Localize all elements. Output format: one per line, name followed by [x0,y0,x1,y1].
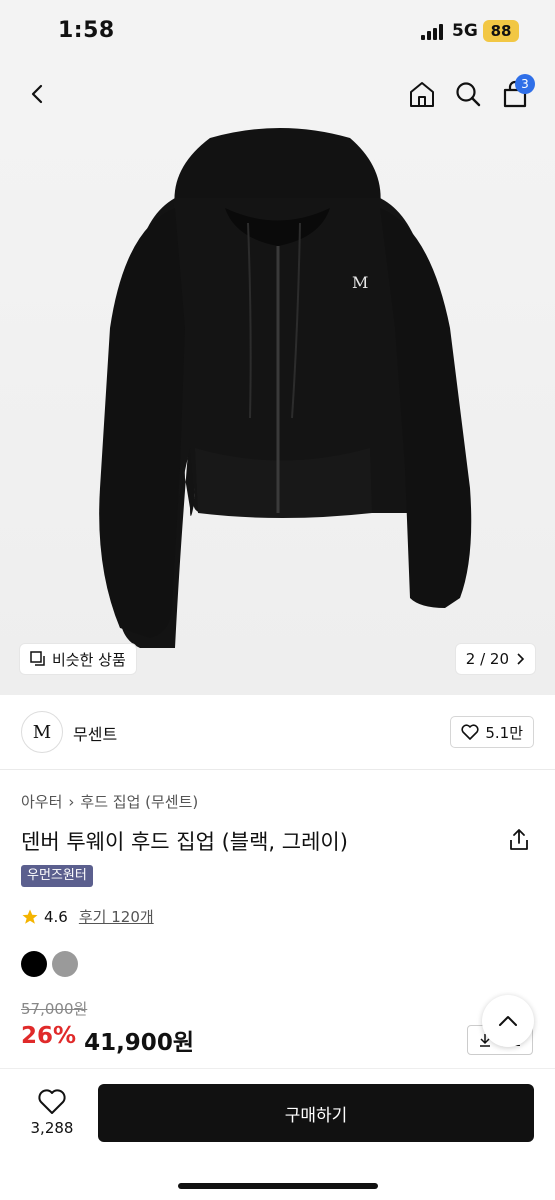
rating-row: 4.6 후기 120개 [21,906,154,927]
heart-icon [38,1089,66,1114]
cart-count-badge: 3 [515,74,535,94]
network-label: 5G [452,21,478,41]
nav-bar: 3 [0,64,555,128]
discount-rate: 26% [21,1023,77,1049]
battery-icon: 88 [483,20,519,42]
share-icon [510,829,528,850]
similar-products-label: 비슷한 상품 [52,650,126,669]
home-indicator [178,1183,378,1189]
signal-icon [421,24,445,40]
breadcrumb: 아우터 › 후드 집업 (무센트) [21,791,198,812]
chevron-up-icon [499,1016,517,1026]
review-link[interactable]: 후기 120개 [79,906,154,927]
wish-count: 3,288 [30,1119,74,1137]
brand-row[interactable]: M 무센트 5.1만 [0,695,555,770]
heart-icon [461,724,479,740]
product-title: 덴버 투웨이 후드 집업 (블랙, 그레이) [21,830,348,854]
rating-score: 4.6 [44,907,68,926]
product-photo: M [99,128,472,648]
brand-logo[interactable]: M [21,711,63,753]
brand-like-button[interactable]: 5.1만 [450,716,534,748]
share-button[interactable] [507,828,533,854]
bottom-action-bar: 3,288 구매하기 [0,1068,555,1200]
home-icon [410,82,434,107]
svg-text:M: M [352,273,368,292]
buy-button[interactable]: 구매하기 [98,1084,534,1142]
scroll-top-button[interactable] [482,995,534,1047]
cart-button[interactable]: 3 [495,74,535,114]
home-button[interactable] [402,74,442,114]
chevron-left-icon [31,84,43,104]
search-icon [456,82,481,107]
star-icon [22,909,38,924]
product-tag: 우먼즈원터 [21,865,93,887]
brand-like-count: 5.1만 [485,723,523,742]
brand-name[interactable]: 무센트 [73,721,117,745]
similar-icon [30,651,45,666]
original-price: 57,000원 [21,1000,88,1018]
search-button[interactable] [448,74,488,114]
image-page-indicator[interactable]: 2 / 20 [455,644,535,674]
chevron-right-icon: › [68,792,75,811]
color-swatch-gray[interactable] [52,951,78,977]
chevron-right-icon [517,653,525,665]
similar-products-button[interactable]: 비슷한 상품 [20,644,136,674]
back-button[interactable] [18,74,58,114]
status-bar: 1:58 5G 88 [0,0,555,64]
price-row: 26% 41,900원 [21,1023,194,1057]
wish-button[interactable]: 3,288 [22,1087,82,1137]
breadcrumb-category[interactable]: 아우터 [21,791,62,812]
product-image-carousel[interactable]: M 비슷한 상품 2 / 20 [0,128,555,695]
status-time: 1:58 [58,18,115,43]
sale-price: 41,900원 [84,1030,194,1056]
color-swatch-black[interactable] [21,951,47,977]
breadcrumb-subcategory[interactable]: 후드 집업 (무센트) [80,791,198,812]
page-indicator-text: 2 / 20 [465,650,509,668]
